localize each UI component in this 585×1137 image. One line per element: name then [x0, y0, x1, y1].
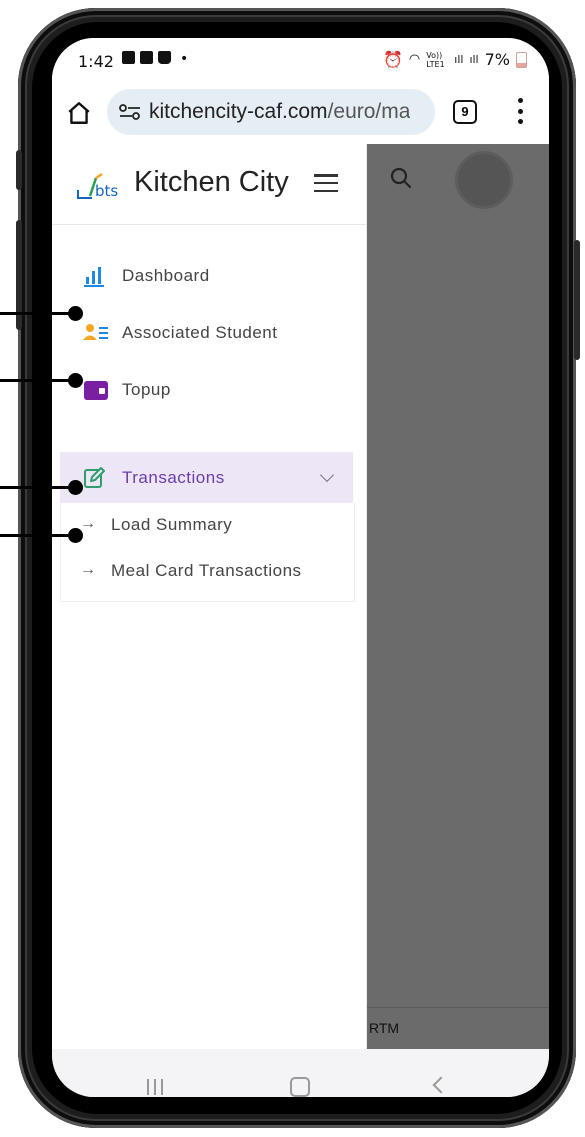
brand-title: Kitchen City — [134, 166, 289, 198]
submenu-item-meal-card-transactions[interactable]: → Meal Card Transactions — [61, 551, 354, 595]
footer-text: RTM — [369, 1020, 400, 1036]
url-text: kitchencity-caf.com/euro/ma — [149, 100, 410, 124]
recent-apps-button[interactable] — [147, 1079, 163, 1095]
signal-icon: ıll — [469, 53, 479, 66]
hamburger-menu-icon[interactable] — [314, 174, 338, 192]
callout-pointer — [0, 480, 83, 495]
callout-pointer — [0, 373, 83, 388]
home-icon[interactable] — [66, 100, 92, 126]
logo-text: bts — [95, 182, 118, 200]
tab-switcher-button[interactable]: 9 — [453, 100, 477, 124]
sidebar-item-label: Topup — [122, 380, 171, 399]
status-right: ⏰ ◠ Vo)) LTE1 ıll ıll 7% — [383, 50, 527, 69]
battery-icon — [516, 51, 527, 68]
address-bar[interactable]: kitchencity-caf.com/euro/ma — [107, 89, 435, 135]
bar-chart-icon — [84, 267, 104, 287]
more-options-icon[interactable] — [518, 98, 524, 124]
transactions-submenu: → Load Summary → Meal Card Transactions — [60, 503, 355, 602]
volume-button — [16, 150, 22, 190]
sidebar-item-label: Associated Student — [122, 323, 278, 342]
callout-pointer — [0, 528, 83, 543]
phone-screen: 1:42 • ⏰ ◠ Vo)) LTE1 ıll ıll 7% kitchenc… — [52, 38, 549, 1097]
submenu-item-load-summary[interactable]: → Load Summary — [61, 505, 354, 549]
sidebar-item-label: Transactions — [122, 468, 225, 487]
id-card-icon — [83, 324, 108, 340]
bag-icon — [158, 51, 171, 64]
callout-pointer — [0, 306, 83, 321]
sidebar-header: bts Kitchen City — [52, 144, 366, 225]
arrow-right-icon: → — [80, 561, 96, 578]
wallet-icon — [84, 381, 108, 400]
back-button[interactable] — [432, 1076, 450, 1094]
avatar[interactable] — [458, 154, 510, 206]
network-label: Vo)) LTE1 — [426, 50, 445, 69]
footer: RTM — [366, 1007, 549, 1050]
status-bar: 1:42 • ⏰ ◠ Vo)) LTE1 ıll ıll 7% — [52, 38, 549, 82]
wifi-icon: ◠ — [408, 52, 421, 67]
status-dot: • — [180, 51, 189, 67]
status-time: 1:42 — [78, 52, 114, 71]
system-nav-bar — [52, 1049, 549, 1097]
edit-icon — [84, 467, 105, 488]
search-icon[interactable] — [389, 166, 413, 190]
site-settings-icon[interactable] — [119, 104, 141, 120]
sidebar-item-topup[interactable]: Topup — [60, 365, 353, 415]
browser-toolbar: kitchencity-caf.com/euro/ma 9 — [52, 82, 549, 144]
sidebar-item-label: Dashboard — [122, 266, 210, 285]
notification-icons: • — [122, 51, 188, 67]
battery-percent: 7% — [484, 50, 510, 69]
alarm-icon: ⏰ — [383, 50, 403, 69]
brand-logo: bts — [77, 172, 118, 200]
home-button[interactable] — [290, 1077, 310, 1097]
sidebar-item-transactions[interactable]: Transactions — [60, 452, 353, 504]
image-icon — [122, 51, 135, 64]
arrow-right-icon: → — [80, 515, 96, 532]
url-host: kitchencity-caf.com — [149, 100, 328, 123]
checkbox-icon — [140, 51, 153, 64]
content-overlay[interactable] — [366, 144, 549, 1049]
sidebar: bts Kitchen City Dashboard Associated St… — [52, 144, 367, 1049]
sidebar-item-associated-student[interactable]: Associated Student — [60, 308, 353, 358]
submenu-item-label: Load Summary — [111, 515, 233, 534]
submenu-item-label: Meal Card Transactions — [111, 561, 302, 580]
chevron-down-icon — [319, 467, 335, 483]
signal-icon: ıll — [454, 53, 464, 66]
power-button — [574, 240, 580, 360]
sidebar-item-dashboard[interactable]: Dashboard — [60, 251, 353, 301]
url-path: /euro/ma — [327, 100, 411, 123]
